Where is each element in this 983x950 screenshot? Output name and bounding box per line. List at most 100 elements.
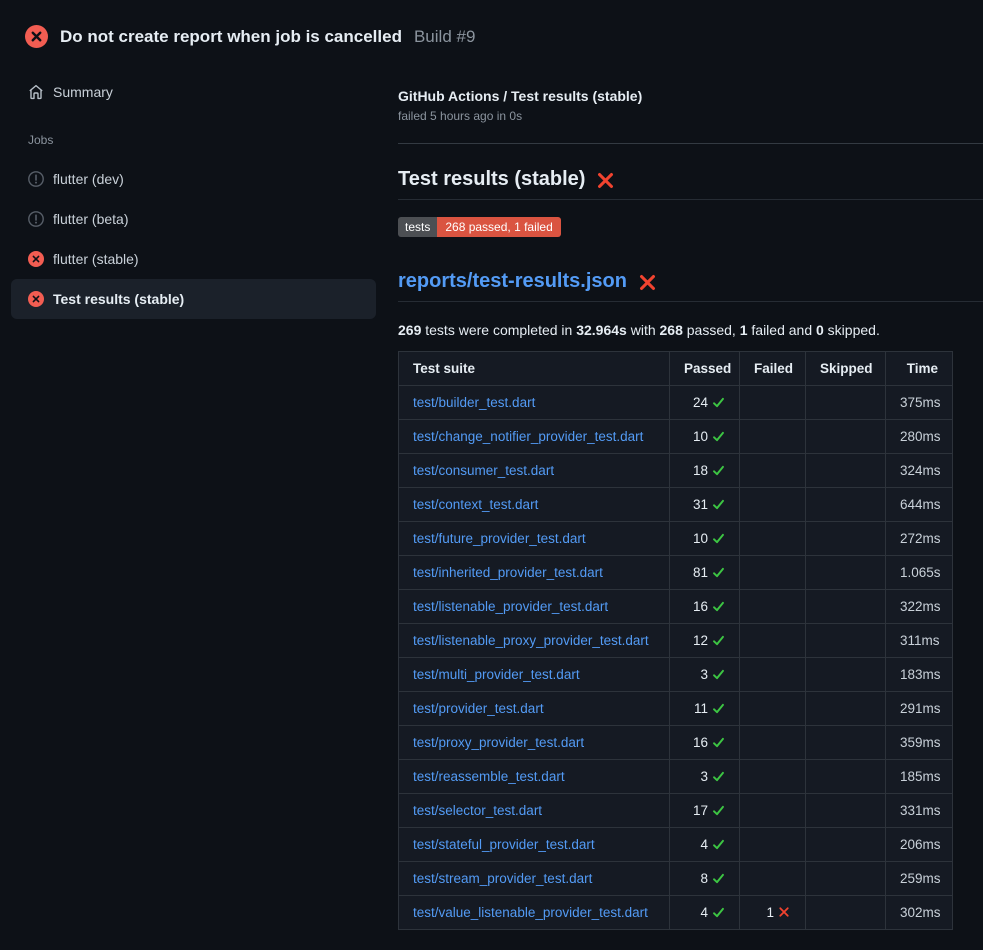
time-cell: 291ms — [886, 692, 953, 726]
table-row: test/change_notifier_provider_test.dart 1… — [399, 420, 953, 454]
passed-value: 10 — [693, 531, 725, 546]
passed-cell: 10 — [670, 522, 740, 556]
failed-circle-x-icon — [25, 25, 48, 48]
test-suite-link[interactable]: test/change_notifier_provider_test.dart — [413, 429, 643, 444]
report-section-title: Test results (stable) — [398, 168, 585, 191]
column-header-failed: Failed — [740, 352, 806, 386]
time-cell: 322ms — [886, 590, 953, 624]
passed-value: 16 — [693, 735, 725, 750]
test-suite-link[interactable]: test/context_test.dart — [413, 497, 538, 512]
passed-count: 8 — [700, 871, 708, 886]
test-suite-cell: test/listenable_proxy_provider_test.dart — [399, 624, 670, 658]
failed-cell — [740, 386, 806, 420]
passed-cell: 24 — [670, 386, 740, 420]
passed-count: 31 — [693, 497, 708, 512]
summary-text: skipped. — [824, 322, 880, 338]
passed-count: 4 — [700, 905, 708, 920]
test-suite-link[interactable]: test/stateful_provider_test.dart — [413, 837, 595, 852]
passed-cell: 16 — [670, 590, 740, 624]
badge-label: tests — [398, 217, 437, 237]
time-cell: 331ms — [886, 794, 953, 828]
passed-cell: 81 — [670, 556, 740, 590]
failed-cell — [740, 522, 806, 556]
summary-number: 1 — [740, 322, 748, 338]
passed-count: 12 — [693, 633, 708, 648]
table-row: test/stream_provider_test.dart 8 259ms — [399, 862, 953, 896]
passed-value: 18 — [693, 463, 725, 478]
passed-count: 17 — [693, 803, 708, 818]
test-suite-cell: test/stateful_provider_test.dart — [399, 828, 670, 862]
test-suite-cell: test/proxy_provider_test.dart — [399, 726, 670, 760]
passed-count: 16 — [693, 599, 708, 614]
x-mark-icon — [778, 906, 791, 919]
check-icon — [712, 872, 725, 885]
skipped-cell — [806, 488, 886, 522]
test-suite-link[interactable]: test/reassemble_test.dart — [413, 769, 565, 784]
neutral-exclamation-circle-icon — [28, 211, 44, 227]
failed-circle-x-icon — [28, 251, 44, 267]
test-suite-link[interactable]: test/inherited_provider_test.dart — [413, 565, 603, 580]
table-row: test/reassemble_test.dart3185ms — [399, 760, 953, 794]
check-icon — [712, 430, 725, 443]
table-row: test/listenable_proxy_provider_test.dart… — [399, 624, 953, 658]
sidebar-item-summary[interactable]: Summary — [11, 76, 376, 108]
sidebar-item-flutter-stable[interactable]: flutter (stable) — [11, 239, 376, 279]
table-row: test/consumer_test.dart18324ms — [399, 454, 953, 488]
sidebar-item-flutter-beta[interactable]: flutter (beta) — [11, 199, 376, 239]
passed-count: 24 — [693, 395, 708, 410]
table-row: test/builder_test.dart 24 375ms — [399, 386, 953, 420]
test-suite-link[interactable]: test/builder_test.dart — [413, 395, 535, 410]
time-cell: 259ms — [886, 862, 953, 896]
failed-cell — [740, 828, 806, 862]
summary-number: 269 — [398, 322, 421, 338]
test-suite-link[interactable]: test/stream_provider_test.dart — [413, 871, 592, 886]
test-results-table: Test suitePassedFailedSkippedTime test/b… — [398, 351, 953, 930]
test-suite-link[interactable]: test/provider_test.dart — [413, 701, 544, 716]
time-cell: 375ms — [886, 386, 953, 420]
passed-value: 4 — [700, 837, 725, 852]
skipped-cell — [806, 454, 886, 488]
column-header-test-suite: Test suite — [399, 352, 670, 386]
test-suite-link[interactable]: test/multi_provider_test.dart — [413, 667, 580, 682]
test-suite-link[interactable]: test/consumer_test.dart — [413, 463, 554, 478]
skipped-cell — [806, 420, 886, 454]
build-header: Do not create report when job is cancell… — [0, 0, 983, 56]
sidebar-item-flutter-dev[interactable]: flutter (dev) — [11, 159, 376, 199]
run-sidebar: Summary Jobs flutter (dev)flutter (beta)… — [0, 56, 390, 319]
time-cell: 311ms — [886, 624, 953, 658]
test-suite-cell: test/value_listenable_provider_test.dart — [399, 896, 670, 930]
passed-count: 3 — [700, 769, 708, 784]
passed-value: 16 — [693, 599, 725, 614]
check-icon — [712, 906, 725, 919]
failed-x-icon — [596, 171, 615, 190]
passed-value: 17 — [693, 803, 725, 818]
passed-value: 3 — [700, 667, 725, 682]
skipped-cell — [806, 624, 886, 658]
check-icon — [712, 804, 725, 817]
check-icon — [712, 566, 725, 579]
skipped-cell — [806, 896, 886, 930]
failed-cell — [740, 624, 806, 658]
time-cell: 206ms — [886, 828, 953, 862]
passed-value: 10 — [693, 429, 725, 444]
check-icon — [712, 770, 725, 783]
test-suite-link[interactable]: test/selector_test.dart — [413, 803, 542, 818]
test-suite-link[interactable]: test/future_provider_test.dart — [413, 531, 586, 546]
test-suite-link[interactable]: test/listenable_provider_test.dart — [413, 599, 608, 614]
passed-value: 81 — [693, 565, 725, 580]
test-suite-link[interactable]: test/proxy_provider_test.dart — [413, 735, 584, 750]
passed-count: 10 — [693, 531, 708, 546]
report-file-link[interactable]: reports/test-results.json — [398, 270, 627, 293]
time-cell: 272ms — [886, 522, 953, 556]
jobs-list: flutter (dev)flutter (beta)flutter (stab… — [11, 159, 376, 319]
sidebar-item-test-results-stable[interactable]: Test results (stable) — [11, 279, 376, 319]
test-suite-link[interactable]: test/value_listenable_provider_test.dart — [413, 905, 648, 920]
failed-cell — [740, 420, 806, 454]
neutral-exclamation-circle-icon — [28, 171, 44, 187]
test-suite-link[interactable]: test/listenable_proxy_provider_test.dart — [413, 633, 649, 648]
summary-number: 32.964s — [576, 322, 627, 338]
build-number: Build #9 — [414, 27, 475, 47]
check-icon — [712, 634, 725, 647]
table-row: test/selector_test.dart 17 331ms — [399, 794, 953, 828]
jobs-section-label: Jobs — [11, 133, 376, 147]
